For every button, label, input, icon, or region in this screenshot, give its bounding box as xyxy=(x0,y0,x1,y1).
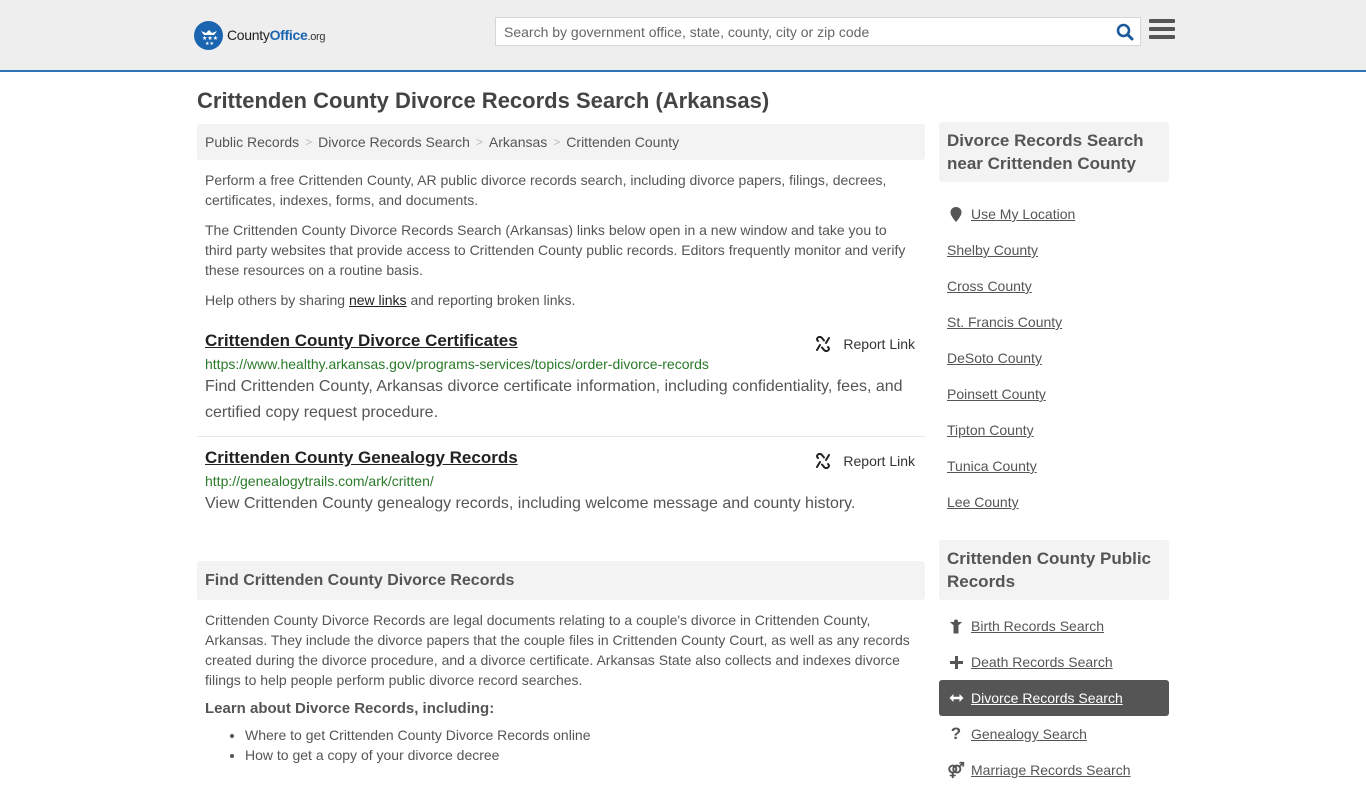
share-links-paragraph: Help others by sharing new links and rep… xyxy=(197,290,925,310)
breadcrumb-separator: > xyxy=(553,135,561,149)
resource-link-url: http://genealogytrails.com/ark/critten/ xyxy=(205,473,434,489)
nearby-heading: Divorce Records Search near Crittenden C… xyxy=(939,122,1169,182)
page-title: Crittenden County Divorce Records Search… xyxy=(197,88,770,113)
search-button[interactable] xyxy=(1110,18,1140,45)
breadcrumb-divorce-records-search[interactable]: Divorce Records Search xyxy=(318,134,470,150)
breadcrumb-separator: > xyxy=(305,135,313,149)
breadcrumb: Public Records > Divorce Records Search … xyxy=(197,124,925,160)
report-link-label: Report Link xyxy=(843,336,915,352)
breadcrumb-public-records[interactable]: Public Records xyxy=(205,134,299,150)
report-link-button[interactable]: Report Link xyxy=(815,453,915,469)
marriage-records-item[interactable]: ⚤ Marriage Records Search xyxy=(939,752,1169,788)
nearby-county-item[interactable]: Shelby County xyxy=(939,232,1169,268)
nearby-county-item[interactable]: Poinsett County xyxy=(939,376,1169,412)
genealogy-link[interactable]: Genealogy Search xyxy=(971,726,1087,742)
breadcrumb-separator: > xyxy=(475,135,483,149)
birth-records-link[interactable]: Birth Records Search xyxy=(971,618,1104,634)
nearby-county-link[interactable]: Tipton County xyxy=(947,422,1034,438)
nearby-county-link[interactable]: DeSoto County xyxy=(947,350,1042,366)
resource-link-title[interactable]: Crittenden County Genealogy Records xyxy=(205,447,518,469)
search-bar xyxy=(495,17,1141,46)
nearby-county-link[interactable]: Lee County xyxy=(947,494,1019,510)
nearby-county-item[interactable]: Tunica County xyxy=(939,448,1169,484)
marriage-icon: ⚤ xyxy=(947,762,965,779)
plus-icon xyxy=(947,655,965,669)
share-text-end: and reporting broken links. xyxy=(406,292,576,308)
breadcrumb-crittenden-county[interactable]: Crittenden County xyxy=(566,134,679,150)
nearby-county-link[interactable]: St. Francis County xyxy=(947,314,1062,330)
site-header: ★★★ ★★ CountyOffice.org xyxy=(0,0,1366,72)
disclaimer-paragraph: The Crittenden County Divorce Records Se… xyxy=(205,222,906,278)
find-records-paragraph: Crittenden County Divorce Records are le… xyxy=(205,612,910,688)
report-link-label: Report Link xyxy=(843,453,915,469)
hamburger-menu-icon[interactable] xyxy=(1149,19,1175,43)
marriage-records-link[interactable]: Marriage Records Search xyxy=(971,762,1131,778)
intro-paragraph: Perform a free Crittenden County, AR pub… xyxy=(205,172,887,208)
divorce-records-link[interactable]: Divorce Records Search xyxy=(971,690,1123,706)
arrows-horizontal-icon xyxy=(947,693,965,703)
resource-link-item: Crittenden County Divorce Certificates R… xyxy=(197,330,925,437)
nearby-county-item[interactable]: Tipton County xyxy=(939,412,1169,448)
learn-heading: Learn about Divorce Records, including: xyxy=(205,700,495,717)
nearby-county-item[interactable]: Cross County xyxy=(939,268,1169,304)
sidebar: Divorce Records Search near Crittenden C… xyxy=(939,122,1169,788)
resource-link-description: View Crittenden County genealogy records… xyxy=(205,495,856,512)
use-my-location-item[interactable]: Use My Location xyxy=(939,196,1169,232)
new-links-link[interactable]: new links xyxy=(349,292,407,308)
use-my-location-link[interactable]: Use My Location xyxy=(971,206,1075,222)
genealogy-item[interactable]: ? Genealogy Search xyxy=(939,716,1169,752)
report-link-button[interactable]: Report Link xyxy=(815,336,915,352)
public-records-heading: Crittenden County Public Records xyxy=(939,540,1169,600)
nearby-county-item[interactable]: Lee County xyxy=(939,484,1169,520)
learn-list: Where to get Crittenden County Divorce R… xyxy=(197,725,925,765)
nearby-county-item[interactable]: St. Francis County xyxy=(939,304,1169,340)
question-icon: ? xyxy=(950,724,962,743)
child-icon xyxy=(947,619,965,634)
logo-text: CountyOffice.org xyxy=(227,27,326,43)
death-records-item[interactable]: Death Records Search xyxy=(939,644,1169,680)
nearby-county-item[interactable]: DeSoto County xyxy=(939,340,1169,376)
county-office-logo[interactable]: ★★★ ★★ CountyOffice.org xyxy=(194,20,326,50)
broken-link-icon xyxy=(816,336,831,352)
nearby-county-link[interactable]: Tunica County xyxy=(947,458,1037,474)
public-records-list: Birth Records Search Death Records Searc… xyxy=(939,608,1169,788)
resource-link-item: Crittenden County Genealogy Records Repo… xyxy=(197,447,925,517)
map-marker-icon xyxy=(947,206,965,222)
svg-text:★★: ★★ xyxy=(205,41,214,46)
nearby-county-link[interactable]: Cross County xyxy=(947,278,1032,294)
resource-link-title[interactable]: Crittenden County Divorce Certificates xyxy=(205,330,518,352)
resource-link-description: Find Crittenden County, Arkansas divorce… xyxy=(205,378,903,421)
main-content: Public Records > Divorce Records Search … xyxy=(197,124,925,765)
nearby-county-link[interactable]: Poinsett County xyxy=(947,386,1046,402)
share-text: Help others by sharing xyxy=(205,292,349,308)
search-icon xyxy=(1116,23,1134,40)
nearby-county-link[interactable]: Shelby County xyxy=(947,242,1038,258)
divorce-records-item[interactable]: Divorce Records Search xyxy=(939,680,1169,716)
nearby-list: Use My Location Shelby County Cross Coun… xyxy=(939,196,1169,520)
learn-list-item: How to get a copy of your divorce decree xyxy=(245,745,925,765)
learn-list-item: Where to get Crittenden County Divorce R… xyxy=(245,725,925,745)
breadcrumb-arkansas[interactable]: Arkansas xyxy=(489,134,547,150)
resource-link-url: https://www.healthy.arkansas.gov/program… xyxy=(205,356,709,372)
search-input[interactable] xyxy=(496,18,1110,45)
eagle-logo-icon: ★★★ ★★ xyxy=(194,20,223,50)
broken-link-icon xyxy=(816,453,831,469)
find-records-heading: Find Crittenden County Divorce Records xyxy=(197,561,925,600)
birth-records-item[interactable]: Birth Records Search xyxy=(939,608,1169,644)
death-records-link[interactable]: Death Records Search xyxy=(971,654,1113,670)
